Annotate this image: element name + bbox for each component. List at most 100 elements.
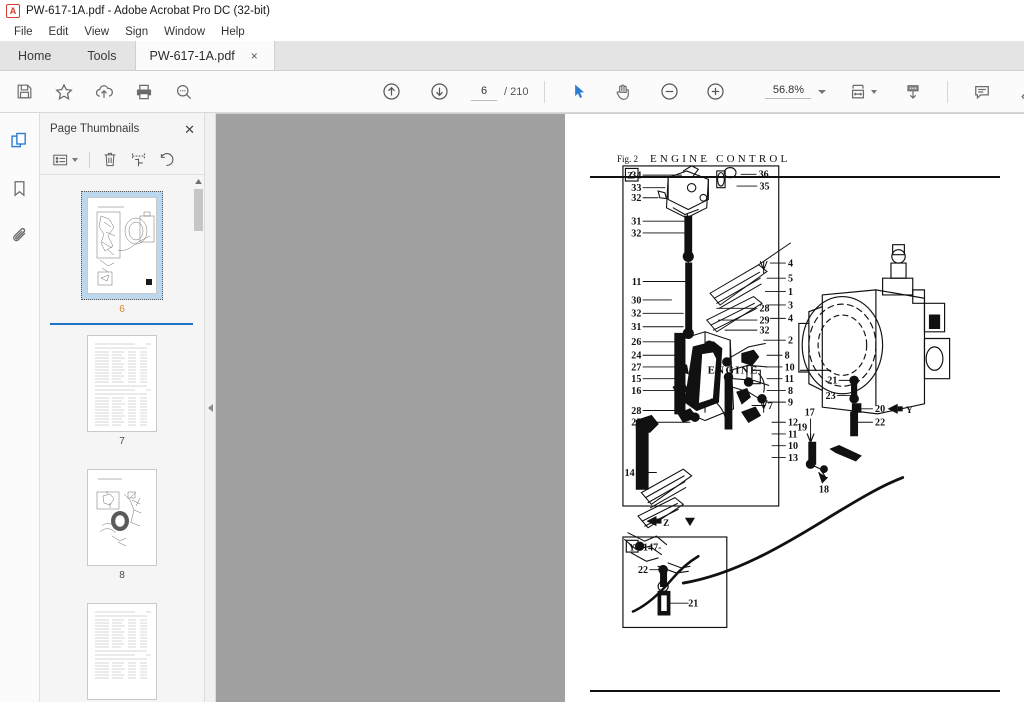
upload-cloud-icon[interactable] — [84, 72, 124, 112]
callout-23: 23 — [826, 391, 836, 402]
callout-9: 9 — [788, 397, 793, 408]
thumbnail-page-6[interactable]: 6 — [40, 191, 204, 315]
comment-icon[interactable] — [962, 72, 1002, 112]
thumbnail-page-number: 7 — [119, 436, 125, 447]
extract-pages-button[interactable] — [125, 148, 151, 172]
callout-11a: 11 — [632, 277, 642, 288]
save-icon[interactable] — [4, 72, 44, 112]
menu-item-edit[interactable]: Edit — [41, 24, 77, 40]
cursor-arrow-icon[interactable] — [559, 72, 599, 112]
rotate-pages-button[interactable] — [153, 148, 179, 172]
callout-27: 27 — [631, 362, 641, 373]
chevron-down-icon — [71, 157, 78, 162]
tab-tools[interactable]: Tools — [69, 41, 134, 70]
highlighter-icon[interactable] — [1008, 72, 1024, 112]
panel-title: Page Thumbnails — [50, 123, 140, 135]
callout-30: 30 — [631, 295, 641, 306]
callout-11c: 11 — [788, 429, 798, 440]
callout-25: 25 — [631, 418, 641, 429]
engine-label: ENGINE — [708, 365, 759, 377]
callout-10a: 10 — [785, 362, 795, 373]
thumbnail-table-preview — [88, 604, 156, 699]
toolbar-navigation-group: / 210 — [371, 72, 735, 112]
hand-icon[interactable] — [603, 72, 643, 112]
next-page-icon[interactable] — [419, 72, 459, 112]
callout-4b: 4 — [788, 314, 793, 325]
callout-1: 1 — [788, 287, 793, 298]
callout-22b: 22 — [875, 418, 885, 429]
callout-35: 35 — [759, 181, 769, 192]
thumbnail-image — [87, 469, 157, 566]
callout-8b: 8 — [788, 386, 793, 397]
callout-36: 36 — [759, 170, 769, 181]
previous-page-icon[interactable] — [371, 72, 411, 112]
menu-item-sign[interactable]: Sign — [117, 24, 156, 40]
scrollbar-thumb[interactable] — [194, 189, 203, 231]
thumbnail-page-number: 6 — [119, 304, 125, 315]
callout-18: 18 — [819, 485, 829, 496]
callout-32a: 32 — [631, 193, 641, 204]
callout-21a: 21 — [827, 376, 837, 387]
star-icon[interactable] — [44, 72, 84, 112]
thumbnail-page-7[interactable]: 7 — [40, 335, 204, 447]
document-viewport[interactable]: Fig. 2 ENGINE CONTROL Z Y 147- 34 33 32 … — [216, 113, 1024, 702]
menu-item-file[interactable]: File — [6, 24, 41, 40]
callout-13: 13 — [788, 453, 798, 464]
thumbnail-image — [87, 197, 157, 294]
pages-icon — [11, 132, 26, 147]
close-icon[interactable]: ✕ — [184, 123, 195, 136]
callout-5: 5 — [788, 274, 793, 285]
acrobat-window: A PW-617-1A.pdf - Adobe Acrobat Pro DC (… — [0, 0, 1024, 702]
thumbnail-image — [87, 335, 157, 432]
thumbnail-list[interactable]: 6 7 8 — [40, 175, 204, 702]
rail-item-bookmarks[interactable] — [5, 173, 35, 203]
toolbar-divider-2 — [947, 80, 949, 103]
panel-toolbar-divider — [89, 151, 90, 168]
page-total-label: / 210 — [504, 85, 529, 98]
rail-item-attachments[interactable] — [5, 221, 35, 251]
panel-header: Page Thumbnails ✕ — [40, 113, 204, 145]
callout-15: 15 — [631, 374, 641, 385]
tab-document[interactable]: PW-617-1A.pdf × — [134, 41, 275, 70]
page-number-input[interactable] — [471, 82, 497, 101]
callout-16: 16 — [631, 386, 641, 397]
close-icon[interactable]: × — [251, 50, 258, 62]
thumbnail-page-9[interactable]: 9 — [40, 603, 204, 702]
zoom-out-circle-icon[interactable] — [649, 72, 689, 112]
rail-item-page-thumbnails[interactable] — [5, 125, 35, 155]
print-icon[interactable] — [124, 72, 164, 112]
thumbnail-page-8[interactable]: 8 — [40, 469, 204, 581]
thumbnail-panel-scrollbar[interactable] — [193, 175, 204, 702]
bookmark-icon — [14, 180, 25, 197]
menu-item-view[interactable]: View — [76, 24, 117, 40]
tab-document-label: PW-617-1A.pdf — [149, 48, 235, 63]
detail-label-y: Y — [629, 542, 636, 552]
callout-7: 7 — [768, 401, 773, 412]
delete-pages-button[interactable] — [97, 148, 123, 172]
fit-width-dropdown[interactable] — [848, 82, 878, 102]
search-icon[interactable] — [164, 72, 204, 112]
callout-3: 3 — [788, 300, 793, 311]
thumbnail-page-number: 8 — [119, 570, 125, 581]
tab-home[interactable]: Home — [0, 41, 69, 70]
zoom-level-dropdown[interactable]: 56.8% — [765, 84, 827, 99]
scroll-up-icon[interactable] — [193, 175, 204, 187]
callout-26: 26 — [631, 337, 641, 348]
callout-14: 14 — [625, 468, 635, 479]
callout-4a: 4 — [788, 258, 793, 269]
panel-collapse-handle[interactable] — [205, 113, 216, 702]
page-display-icon[interactable] — [893, 72, 933, 112]
menu-item-window[interactable]: Window — [156, 24, 213, 40]
paperclip-icon — [12, 227, 25, 242]
toolbar-zoom-group: 56.8% — [765, 72, 1024, 112]
list-options-icon — [52, 154, 67, 165]
callout-32b: 32 — [631, 228, 641, 239]
zoom-in-circle-icon[interactable] — [695, 72, 735, 112]
thumbnail-size-options-button[interactable] — [48, 148, 82, 172]
toolbar-divider — [544, 80, 546, 103]
menu-item-help[interactable]: Help — [213, 24, 253, 40]
callout-17: 17 — [805, 408, 815, 419]
thumbnail-selection-frame — [81, 191, 163, 300]
callout-24: 24 — [631, 351, 641, 362]
callout-11b: 11 — [785, 374, 795, 385]
